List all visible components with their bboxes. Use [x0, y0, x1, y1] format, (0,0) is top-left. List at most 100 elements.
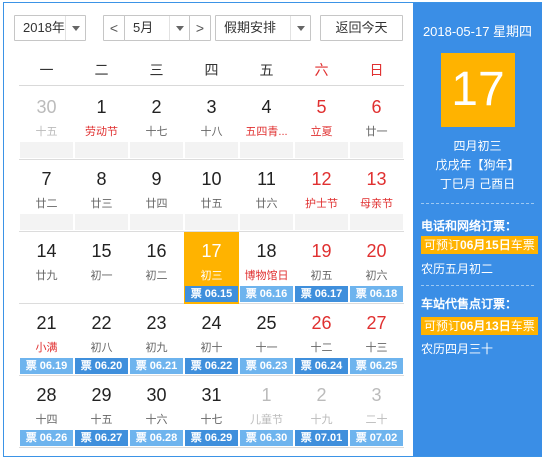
day-cell[interactable]: 7 廿二 — [19, 160, 74, 232]
empty-ticket-strip — [130, 214, 183, 230]
day-cell[interactable]: 2 十九票 07.01 — [294, 376, 349, 448]
phone-booking-lunar: 农历五月初二 — [421, 262, 494, 276]
day-number: 2 — [151, 97, 162, 117]
month-select[interactable]: 5月 — [124, 15, 190, 41]
day-cell[interactable]: 31 十七票 06.29 — [184, 376, 239, 448]
ticket-sale-badge: 票 06.20 — [75, 358, 128, 374]
back-to-today-button[interactable]: 返回今天 — [320, 15, 403, 41]
day-number: 29 — [91, 385, 112, 405]
day-cell[interactable]: 24 初十票 06.22 — [184, 304, 239, 376]
empty-ticket-strip — [240, 214, 293, 230]
day-cell[interactable]: 13 母亲节 — [349, 160, 404, 232]
weekday-label: 六 — [314, 62, 329, 78]
lunar-label: 五四青... — [245, 126, 288, 138]
day-cell[interactable]: 11 廿六 — [239, 160, 294, 232]
empty-ticket-strip — [350, 214, 403, 230]
lunar-label: 廿一 — [365, 126, 388, 138]
lunar-date: 四月初三 — [453, 139, 502, 153]
day-cell[interactable]: 22 初八票 06.20 — [74, 304, 129, 376]
day-cell[interactable]: 20 初六票 06.18 — [349, 232, 404, 304]
ticket-sale-badge: 票 06.17 — [295, 286, 348, 302]
empty-ticket-strip — [130, 142, 183, 158]
station-booking-lunar: 农历四月三十 — [421, 342, 494, 356]
weekday-label: 二 — [94, 62, 109, 78]
lunar-label: 廿四 — [145, 198, 168, 210]
day-number: 16 — [146, 241, 167, 261]
empty-ticket-strip — [20, 142, 73, 158]
day-cell[interactable]: 14 廿九 — [19, 232, 74, 304]
day-cell[interactable]: 23 初九票 06.21 — [129, 304, 184, 376]
holiday-select[interactable]: 假期安排 — [215, 15, 311, 41]
day-cell[interactable]: 30 十六票 06.28 — [129, 376, 184, 448]
day-cell[interactable]: 4 五四青... — [239, 88, 294, 160]
day-cell[interactable]: 8 廿三 — [74, 160, 129, 232]
prev-month-button[interactable]: < — [103, 15, 125, 41]
phone-booking-pre: 可预订 — [424, 238, 461, 252]
day-cell[interactable]: 25 十一票 06.23 — [239, 304, 294, 376]
lunar-label: 十五 — [35, 126, 58, 138]
day-cell[interactable]: 6 廿一 — [349, 88, 404, 160]
chevron-down-icon — [290, 16, 310, 40]
day-cell[interactable]: 15 初一 — [74, 232, 129, 304]
date-detail-panel: 2018-05-17 星期四 17 四月初三 戊戌年【狗年】 丁巳月 己酉日 电… — [413, 3, 542, 456]
year-select[interactable]: 2018年 — [14, 15, 86, 41]
ticket-sale-badge: 票 06.23 — [240, 358, 293, 374]
ticket-sale-badge: 票 06.29 — [185, 430, 238, 446]
day-cell[interactable]: 26 十二票 06.24 — [294, 304, 349, 376]
day-cell[interactable]: 19 初五票 06.17 — [294, 232, 349, 304]
day-number: 10 — [201, 169, 222, 189]
lunar-label: 廿九 — [35, 270, 58, 282]
day-cell[interactable]: 29 十五票 06.27 — [74, 376, 129, 448]
day-number: 30 — [36, 97, 57, 117]
empty-ticket-strip — [295, 142, 348, 158]
day-cell-today[interactable]: 17 初三票 06.15 — [184, 232, 239, 304]
day-cell[interactable]: 3 十八 — [184, 88, 239, 160]
station-booking-title: 车站代售点订票： — [421, 297, 518, 311]
day-cell[interactable]: 10 廿五 — [184, 160, 239, 232]
lunar-label: 二十 — [365, 414, 388, 426]
day-cell[interactable]: 30 十五 — [19, 88, 74, 160]
day-cell[interactable]: 2 十七 — [129, 88, 184, 160]
day-cell[interactable]: 16 初二 — [129, 232, 184, 304]
day-cell[interactable]: 5 立夏 — [294, 88, 349, 160]
weekday-label: 五 — [259, 62, 274, 78]
empty-ticket-strip — [350, 142, 403, 158]
lunar-label: 初一 — [90, 270, 113, 282]
year-ganzhi: 戊戌年【狗年】 — [435, 158, 520, 172]
day-number: 28 — [36, 385, 57, 405]
empty-ticket-strip — [240, 142, 293, 158]
lunar-label: 护士节 — [305, 198, 338, 210]
week-row: 21 小满票 06.19 22 初八票 06.20 23 初九票 06.21 24 初十票 0… — [19, 304, 404, 376]
lunar-label: 十一 — [255, 342, 278, 354]
lunar-label: 初三 — [200, 270, 223, 282]
lunar-label: 十八 — [200, 126, 223, 138]
calendar-toolbar: 2018年 < 5月 > 假期安排 返回今天 — [14, 15, 406, 41]
day-cell[interactable]: 27 十三票 06.25 — [349, 304, 404, 376]
day-cell[interactable]: 9 廿四 — [129, 160, 184, 232]
lunar-label: 小满 — [35, 342, 58, 354]
lunar-label: 初五 — [310, 270, 333, 282]
ticket-sale-badge: 票 06.25 — [350, 358, 403, 374]
lunar-label: 博物馆日 — [244, 270, 289, 282]
year-select-value: 2018年 — [23, 20, 65, 35]
day-cell[interactable]: 3 二十票 07.02 — [349, 376, 404, 448]
day-number: 13 — [366, 169, 387, 189]
day-number: 31 — [201, 385, 222, 405]
chevron-down-icon — [65, 16, 85, 40]
weekday-label: 一 — [39, 62, 54, 78]
day-cell[interactable]: 1 儿童节票 06.30 — [239, 376, 294, 448]
empty-ticket-strip — [185, 142, 238, 158]
day-cell[interactable]: 21 小满票 06.19 — [19, 304, 74, 376]
day-cell[interactable]: 12 护士节 — [294, 160, 349, 232]
day-cell[interactable]: 28 十四票 06.26 — [19, 376, 74, 448]
ticket-sale-badge: 票 06.16 — [240, 286, 293, 302]
day-cell[interactable]: 18 博物馆日票 06.16 — [239, 232, 294, 304]
day-number: 26 — [311, 313, 332, 333]
day-number: 19 — [311, 241, 332, 261]
day-number: 11 — [257, 169, 276, 189]
next-month-button[interactable]: > — [189, 15, 211, 41]
lunar-label: 十七 — [200, 414, 223, 426]
day-cell[interactable]: 1 劳动节 — [74, 88, 129, 160]
ticket-sale-badge: 票 06.24 — [295, 358, 348, 374]
lunar-label: 廿六 — [255, 198, 278, 210]
